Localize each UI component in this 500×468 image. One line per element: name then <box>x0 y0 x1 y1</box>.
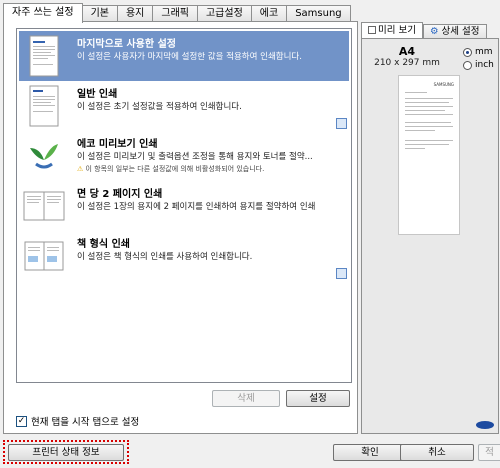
delete-button[interactable]: 삭제 <box>212 390 280 407</box>
page-thumbnail-icon <box>29 35 59 77</box>
tab-basic[interactable]: 기본 <box>82 5 118 22</box>
tab-details[interactable]: ⚙ 상세 설정 <box>422 24 487 39</box>
favorite-desc: 이 설정은 사용자가 마지막에 설정한 값을 적용하여 인쇄합니다. <box>77 52 302 62</box>
edit-icon[interactable] <box>336 268 347 279</box>
tab-eco[interactable]: 에코 <box>251 5 288 22</box>
favorite-title: 마지막으로 사용한 설정 <box>77 39 176 50</box>
favorite-desc: 이 설정은 미리보기 및 출력옵션 조정을 통해 용지와 토너를 절약... <box>77 152 313 162</box>
checkbox-box[interactable]: ✓ <box>16 415 27 427</box>
main-tab-strip: 자주 쓰는 설정 기본 용지 그래픽 고급설정 에코 Samsung <box>3 3 351 23</box>
unit-mm-radio[interactable]: mm <box>463 47 493 57</box>
radio-dot[interactable] <box>463 47 472 57</box>
favorite-desc: 이 설정은 책 형식의 인쇄를 사용하여 인쇄합니다. <box>77 252 253 262</box>
favorite-desc: 이 설정은 1장의 용지에 2 페이지를 인쇄하여 용지를 절약하여 인쇄 <box>77 202 316 212</box>
tab-graphics[interactable]: 그래픽 <box>153 5 198 22</box>
settings-button[interactable]: 설정 <box>286 390 350 407</box>
favorite-item-last-used[interactable]: 마지막으로 사용한 설정 이 설정은 사용자가 마지막에 설정한 값을 적용하여… <box>19 31 349 81</box>
two-pages-icon <box>23 191 65 221</box>
favorite-title: 에코 미리보기 인쇄 <box>77 139 158 150</box>
paper-dimensions: 210 x 297 mm <box>374 58 440 68</box>
printer-status-highlight <box>3 440 129 464</box>
favorite-title: 책 형식 인쇄 <box>77 239 130 250</box>
favorite-item-2up[interactable]: 면 당 2 페이지 인쇄 이 설정은 1장의 용지에 2 페이지를 인쇄하여 용… <box>19 181 349 231</box>
page-thumbnail-icon <box>29 85 59 127</box>
tab-preview[interactable]: 미리 보기 <box>361 22 423 39</box>
favorite-desc: 이 설정은 초기 설정값을 적용하여 인쇄합니다. <box>77 102 242 112</box>
booklet-icon <box>24 241 64 271</box>
radio-dot[interactable] <box>463 60 472 70</box>
ok-button[interactable]: 확인 <box>333 444 407 461</box>
edit-icon[interactable] <box>336 118 347 129</box>
tab-paper[interactable]: 용지 <box>117 5 154 22</box>
favorites-list[interactable]: 마지막으로 사용한 설정 이 설정은 사용자가 마지막에 설정한 값을 적용하여… <box>16 28 352 383</box>
start-tab-checkbox[interactable]: ✓ 현재 탭을 시작 탭으로 설정 <box>16 414 139 428</box>
favorite-item-booklet[interactable]: 책 형식 인쇄 이 설정은 책 형식의 인쇄를 사용하여 인쇄합니다. <box>19 231 349 281</box>
tab-samsung[interactable]: Samsung <box>287 5 351 22</box>
preview-page: SAMSUNG <box>398 75 460 235</box>
preview-icon <box>368 26 376 34</box>
warning-note: ⚠ 이 항목의 일부는 다른 설정값에 의해 비활성화되어 있습니다. <box>77 165 265 173</box>
favorite-title: 일반 인쇄 <box>77 89 118 100</box>
tab-advanced[interactable]: 고급설정 <box>197 5 252 22</box>
apply-button[interactable]: 적 <box>478 444 500 461</box>
warning-icon: ⚠ <box>77 165 84 173</box>
paper-name: A4 <box>398 45 416 58</box>
preview-tab-strip: 미리 보기 ⚙ 상세 설정 <box>361 22 487 39</box>
favorite-item-eco-preview[interactable]: 에코 미리보기 인쇄 이 설정은 미리보기 및 출력옵션 조정을 통해 용지와 … <box>19 131 349 181</box>
cancel-button[interactable]: 취소 <box>400 444 474 461</box>
unit-inch-radio[interactable]: inch <box>463 60 494 70</box>
samsung-logo <box>476 421 494 429</box>
favorite-item-normal[interactable]: 일반 인쇄 이 설정은 초기 설정값을 적용하여 인쇄합니다. <box>19 81 349 131</box>
favorite-title: 면 당 2 페이지 인쇄 <box>77 189 163 200</box>
checkbox-label: 현재 탭을 시작 탭으로 설정 <box>31 417 140 428</box>
brand-text: SAMSUNG <box>433 82 454 87</box>
paper-size-readout: A4 210 x 297 mm <box>362 45 452 68</box>
preview-panel: A4 210 x 297 mm mm inch SAMSUNG <box>361 38 499 434</box>
tab-favorites[interactable]: 자주 쓰는 설정 <box>3 3 83 23</box>
details-icon: ⚙ <box>429 26 439 37</box>
eco-leaf-icon <box>30 144 58 169</box>
